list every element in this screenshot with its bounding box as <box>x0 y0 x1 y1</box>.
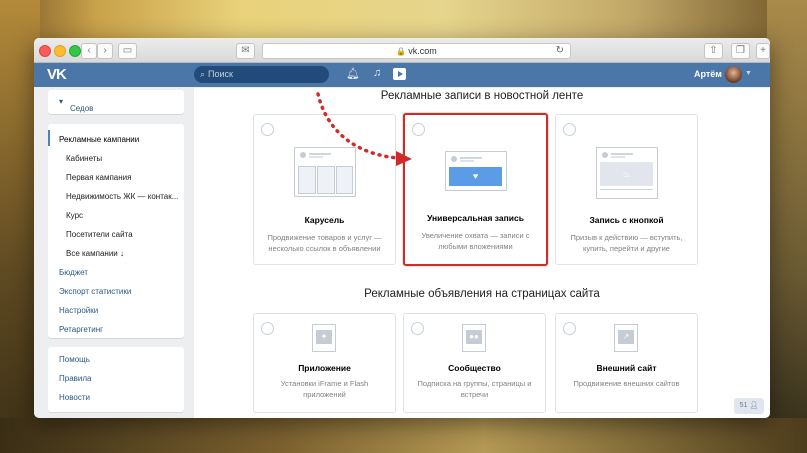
card-description: Продвижение товаров и услуг — несколько … <box>267 233 382 253</box>
desktop-background-right <box>767 0 807 453</box>
card-title: Внешний сайт <box>596 363 657 373</box>
tabs-button[interactable]: ❐ <box>731 43 750 59</box>
card-description: Установки iFrame и Flash приложений <box>280 379 369 399</box>
card-universal-post[interactable]: ♥ Универсальная запись Увеличение охвата… <box>403 113 548 266</box>
video-play-icon[interactable] <box>393 68 406 80</box>
card-description: Подписка на группы, страницы и встречи <box>417 379 532 399</box>
radio-community[interactable] <box>411 322 424 335</box>
radio-external-site[interactable] <box>563 322 576 335</box>
vk-header: VK ⌕ Поиск 🔔︎ ♫ Артём ▼ <box>34 63 770 87</box>
desktop-background-bottom <box>0 418 807 453</box>
sidebar-toggle-button[interactable]: ▭ <box>118 43 137 59</box>
sidebar-item-retargeting[interactable]: Ретаргетинг <box>59 325 103 334</box>
account-name: Седов ▾ <box>59 97 94 113</box>
radio-app[interactable] <box>261 322 274 335</box>
sidebar-item-realty[interactable]: Недвижимость ЖК — контак... <box>66 192 178 201</box>
card-description: Увеличение охвата — записи с любыми влож… <box>421 231 530 251</box>
card-description: Продвижение внешних сайтов <box>573 379 680 388</box>
sidebar-item-help[interactable]: Помощь <box>59 355 90 364</box>
vk-logo[interactable]: VK <box>47 66 67 83</box>
card-app[interactable]: ✦ Приложение Установки iFrame и Flash пр… <box>253 313 396 413</box>
card-title: Универсальная запись <box>427 213 524 223</box>
avatar[interactable] <box>725 66 742 83</box>
search-icon: ⌕ <box>200 69 206 79</box>
community-icon: ●● <box>462 324 486 352</box>
url-text: vk.com <box>408 46 437 56</box>
share-icon: ⇧ <box>709 45 718 56</box>
zoom-window-button[interactable] <box>69 45 81 57</box>
sidebar-help: Помощь Правила Новости <box>48 347 184 412</box>
card-external-site[interactable]: ↗ Внешний сайт Продвижение внешних сайто… <box>555 313 698 413</box>
sidebar-icon: ▭ <box>122 45 133 56</box>
heart-post-icon: ♥ <box>445 151 507 191</box>
user-name[interactable]: Артём <box>694 69 722 79</box>
sidebar-item-budget[interactable]: Бюджет <box>59 268 88 277</box>
search-input[interactable]: ⌕ Поиск <box>194 66 329 83</box>
radio-post-with-button[interactable] <box>563 123 576 136</box>
section-title-site-ads: Рекламные объявления на страницах сайта <box>364 288 600 300</box>
sidebar-item-ad-campaigns[interactable]: Рекламные кампании <box>59 135 139 144</box>
search-placeholder: Поиск <box>208 69 233 79</box>
sidebar-item-export-stats[interactable]: Экспорт статистики <box>59 287 131 296</box>
sidebar-item-cabinets[interactable]: Кабинеты <box>66 154 102 163</box>
chevron-down-icon[interactable]: ▼ <box>745 70 752 77</box>
sidebar-item-course[interactable]: Курс <box>66 211 83 220</box>
notifications-bell-icon[interactable]: 🔔︎ <box>346 67 360 80</box>
main-content: Рекламные записи в новостной ленте Карус… <box>194 88 770 418</box>
card-title: Карусель <box>304 215 345 225</box>
minimize-window-button[interactable] <box>54 45 66 57</box>
external-link-icon: ↗ <box>614 324 638 352</box>
share-button[interactable]: ⇧ <box>704 43 723 59</box>
browser-toolbar: ‹ › ▭ ✉ 🔒 vk.com ↻ ⇧ ❐ + <box>34 38 770 63</box>
card-description: Призыв к действию — вступить, купить, пе… <box>570 233 683 253</box>
chevron-left-icon: ‹ <box>87 45 91 56</box>
card-title: Приложение <box>298 363 351 373</box>
address-bar[interactable]: 🔒 vk.com ↻ <box>262 43 571 59</box>
new-tab-button[interactable]: + <box>756 43 770 59</box>
sidebar-nav: Рекламные кампании Кабинеты Первая кампа… <box>48 124 184 338</box>
radio-carousel[interactable] <box>261 123 274 136</box>
music-icon[interactable]: ♫ <box>373 67 381 79</box>
card-title: Сообщество <box>448 363 501 373</box>
sidebar-item-all-campaigns[interactable]: Все кампании ↓ <box>66 249 124 258</box>
close-window-button[interactable] <box>39 45 51 57</box>
back-button[interactable]: ‹ <box>81 43 97 59</box>
active-indicator <box>48 130 50 146</box>
gamepad-icon: ✦ <box>312 324 336 352</box>
fire-post-icon: ♨ <box>596 147 658 199</box>
people-counter[interactable]: 51 👤︎ <box>734 398 764 414</box>
sidebar-item-settings[interactable]: Настройки <box>59 306 98 315</box>
sidebar-item-news[interactable]: Новости <box>59 393 90 402</box>
plus-icon: + <box>760 45 766 56</box>
person-icon: 👤︎ <box>749 402 759 409</box>
card-post-with-button[interactable]: ♨ Запись с кнопкой Призыв к действию — в… <box>555 114 698 265</box>
envelope-icon: ✉ <box>241 45 250 56</box>
browser-window: ‹ › ▭ ✉ 🔒 vk.com ↻ ⇧ ❐ + VK ⌕ Поиск 🔔︎ ♫ А… <box>34 38 770 418</box>
sidebar-item-site-visitors[interactable]: Посетители сайта <box>66 230 133 239</box>
section-title-feed-ads: Рекламные записи в новостной ленте <box>380 90 584 102</box>
account-selector[interactable]: Седов ▾ <box>48 90 184 114</box>
card-community[interactable]: ●● Сообщество Подписка на группы, страни… <box>403 313 546 413</box>
reload-icon[interactable]: ↻ <box>556 44 564 58</box>
sidebar-item-rules[interactable]: Правила <box>59 374 91 383</box>
mail-button[interactable]: ✉ <box>236 43 255 59</box>
chevron-right-icon: › <box>103 45 107 56</box>
tabs-icon: ❐ <box>736 45 745 56</box>
forward-button[interactable]: › <box>97 43 113 59</box>
card-title: Запись с кнопкой <box>589 215 664 225</box>
sidebar-item-first-campaign[interactable]: Первая кампания <box>66 173 131 182</box>
lock-icon: 🔒 <box>396 47 407 56</box>
annotation-arrow <box>316 92 412 166</box>
